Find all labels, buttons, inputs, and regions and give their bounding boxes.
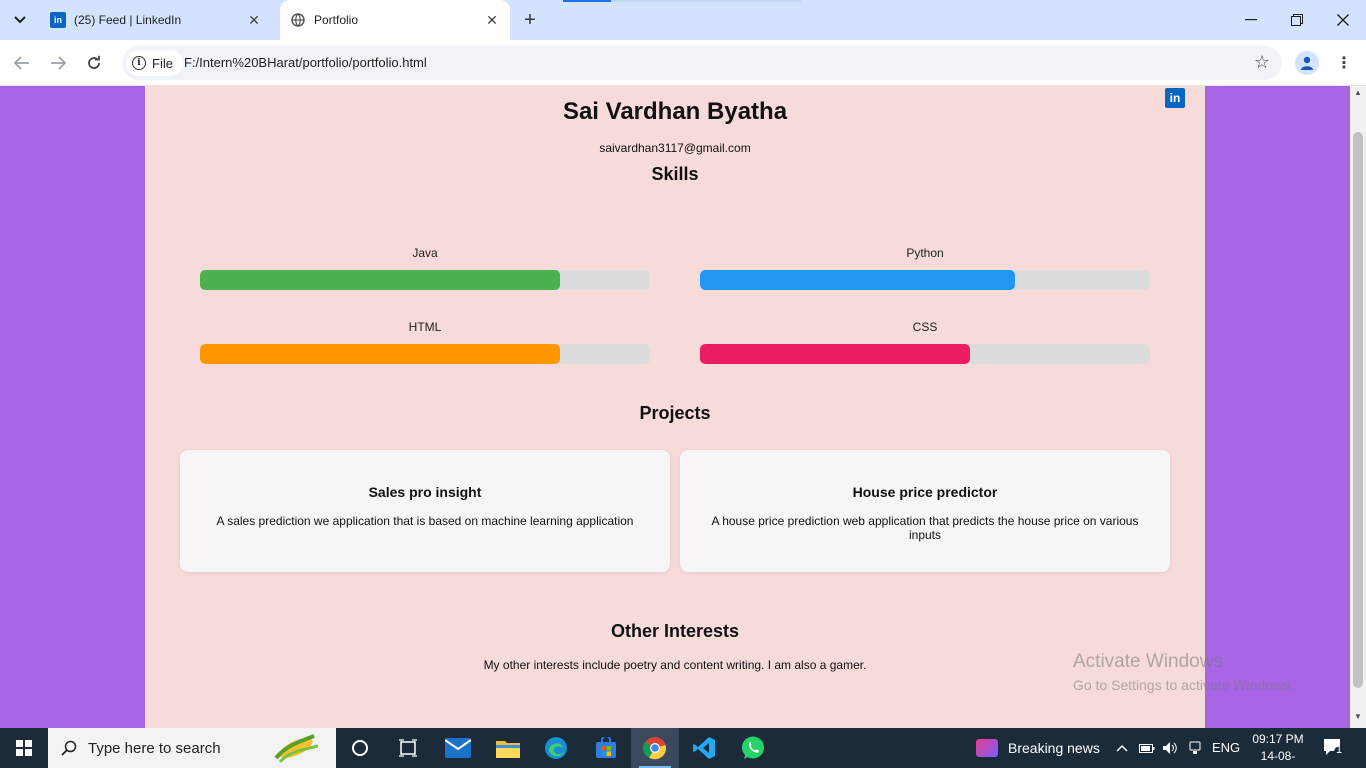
tab-linkedin[interactable]: in (25) Feed | LinkedIn ✕	[40, 0, 272, 40]
skill-progress-fill	[200, 270, 560, 290]
project-description: A house price prediction web application…	[711, 514, 1139, 542]
search-icon	[60, 739, 78, 757]
scroll-up-arrow-icon[interactable]: ▲	[1350, 88, 1366, 102]
skill-label: CSS	[912, 320, 938, 334]
close-tab-icon[interactable]: ✕	[482, 10, 502, 30]
skill-html: HTML	[200, 320, 650, 364]
skill-progress-fill	[700, 344, 970, 364]
skill-progress-track	[700, 344, 1150, 364]
skill-label: Java	[412, 246, 438, 260]
skill-progress-track	[700, 270, 1150, 290]
project-card-sales[interactable]: Sales pro insight A sales prediction we …	[180, 450, 670, 572]
search-placeholder: Type here to search	[88, 739, 221, 757]
skill-progress-track	[200, 344, 650, 364]
watermark-line1: Activate Windows	[1073, 651, 1223, 672]
tab-portfolio[interactable]: Portfolio ✕	[280, 0, 510, 40]
chrome-icon[interactable]	[631, 728, 679, 768]
skill-label: Python	[906, 246, 944, 260]
tab-title: (25) Feed | LinkedIn	[74, 13, 182, 27]
breaking-news-widget[interactable]: Breaking news	[976, 728, 1100, 768]
news-label: Breaking news	[1008, 740, 1100, 756]
close-window-icon[interactable]	[1320, 0, 1366, 40]
skill-progress-track	[200, 270, 650, 290]
activate-windows-watermark: Activate Windows Go to Settings to activ…	[1073, 651, 1294, 693]
microsoft-store-icon[interactable]	[582, 728, 630, 768]
skill-css: CSS	[700, 320, 1150, 364]
skill-python: Python	[700, 246, 1150, 290]
reload-icon[interactable]	[80, 49, 108, 77]
notification-center-icon[interactable]: 1	[1322, 736, 1346, 760]
clock-time: 09:17 PM	[1252, 732, 1304, 746]
tab-group-indicator	[563, 0, 611, 2]
skills-heading: Skills	[651, 164, 699, 184]
scroll-down-arrow-icon[interactable]: ▼	[1350, 712, 1366, 726]
taskbar-clock[interactable]: 09:17 PM 14-08-2024	[1248, 731, 1308, 768]
interests-heading: Other Interests	[610, 621, 740, 641]
linkedin-favicon-icon: in	[50, 12, 66, 28]
site-chip-label: File	[152, 55, 173, 71]
info-icon: i	[132, 56, 146, 70]
project-card-house-price[interactable]: House price predictor A house price pred…	[680, 450, 1170, 572]
page-scrollbar[interactable]: ▲ ▼	[1350, 86, 1366, 728]
mail-icon[interactable]	[434, 728, 482, 768]
forward-arrow-icon[interactable]	[44, 49, 72, 77]
globe-icon	[290, 12, 306, 28]
minimize-icon[interactable]	[1228, 0, 1274, 40]
browser-menu-icon[interactable]: ⋮	[1332, 51, 1356, 75]
scroll-thumb[interactable]	[1353, 132, 1363, 688]
edge-browser-icon[interactable]	[532, 728, 580, 768]
project-description: A sales prediction we application that i…	[216, 514, 634, 528]
taskbar-search-box[interactable]: Type here to search	[48, 728, 336, 768]
language-indicator[interactable]: ENG	[1212, 740, 1240, 755]
portfolio-card: in Sai Vardhan Byatha saivardhan3117@gma…	[145, 86, 1205, 728]
url-text[interactable]: F:/Intern%20BHarat/portfolio/portfolio.h…	[184, 55, 427, 70]
skill-java: Java	[200, 246, 650, 290]
volume-icon[interactable]	[1158, 728, 1182, 768]
battery-icon[interactable]	[1135, 728, 1159, 768]
address-bar[interactable]: i File F:/Intern%20BHarat/portfolio/port…	[122, 46, 1282, 80]
watermark-line2: Go to Settings to activate Windows.	[1073, 677, 1294, 693]
close-tab-icon[interactable]: ✕	[244, 10, 264, 30]
interests-text: My other interests include poetry and co…	[483, 658, 867, 672]
task-view-icon[interactable]	[384, 728, 432, 768]
network-icon[interactable]	[1183, 728, 1207, 768]
tab-group-indicator	[611, 0, 801, 2]
browser-tab-bar: in (25) Feed | LinkedIn ✕ Portfolio ✕ +	[0, 0, 1366, 40]
whatsapp-icon[interactable]	[729, 728, 777, 768]
profile-email: saivardhan3117@gmail.com	[599, 141, 751, 155]
skill-label: HTML	[408, 320, 442, 334]
cortana-icon[interactable]	[336, 728, 384, 768]
browser-toolbar: i File F:/Intern%20BHarat/portfolio/port…	[0, 40, 1366, 86]
back-arrow-icon[interactable]	[8, 49, 36, 77]
site-info-chip[interactable]: i File	[126, 50, 183, 76]
profile-name: Sai Vardhan Byatha	[562, 98, 788, 125]
vscode-icon[interactable]	[680, 728, 728, 768]
file-explorer-icon[interactable]	[484, 728, 532, 768]
notification-count: 1	[1336, 744, 1343, 756]
profile-avatar-icon[interactable]	[1295, 51, 1319, 75]
skill-progress-fill	[700, 270, 1015, 290]
corn-search-highlight-icon	[274, 734, 319, 764]
clock-date: 14-08-2024	[1260, 749, 1296, 768]
page-viewport: in Sai Vardhan Byatha saivardhan3117@gma…	[0, 86, 1350, 728]
windows-start-icon[interactable]	[0, 728, 48, 768]
windows-taskbar: Type here to search Breaking news ENG 09…	[0, 728, 1366, 768]
tray-overflow-chevron-icon[interactable]	[1110, 728, 1134, 768]
news-icon	[976, 739, 998, 757]
restore-icon[interactable]	[1274, 0, 1320, 40]
skill-progress-fill	[200, 344, 560, 364]
new-tab-plus-icon[interactable]: +	[518, 8, 542, 32]
bookmark-star-icon[interactable]: ☆	[1254, 52, 1270, 73]
project-title: House price predictor	[852, 484, 998, 500]
tab-title: Portfolio	[314, 13, 359, 27]
project-title: Sales pro insight	[368, 484, 482, 500]
projects-heading: Projects	[639, 403, 711, 423]
tab-search-chevron-icon[interactable]	[6, 6, 34, 34]
